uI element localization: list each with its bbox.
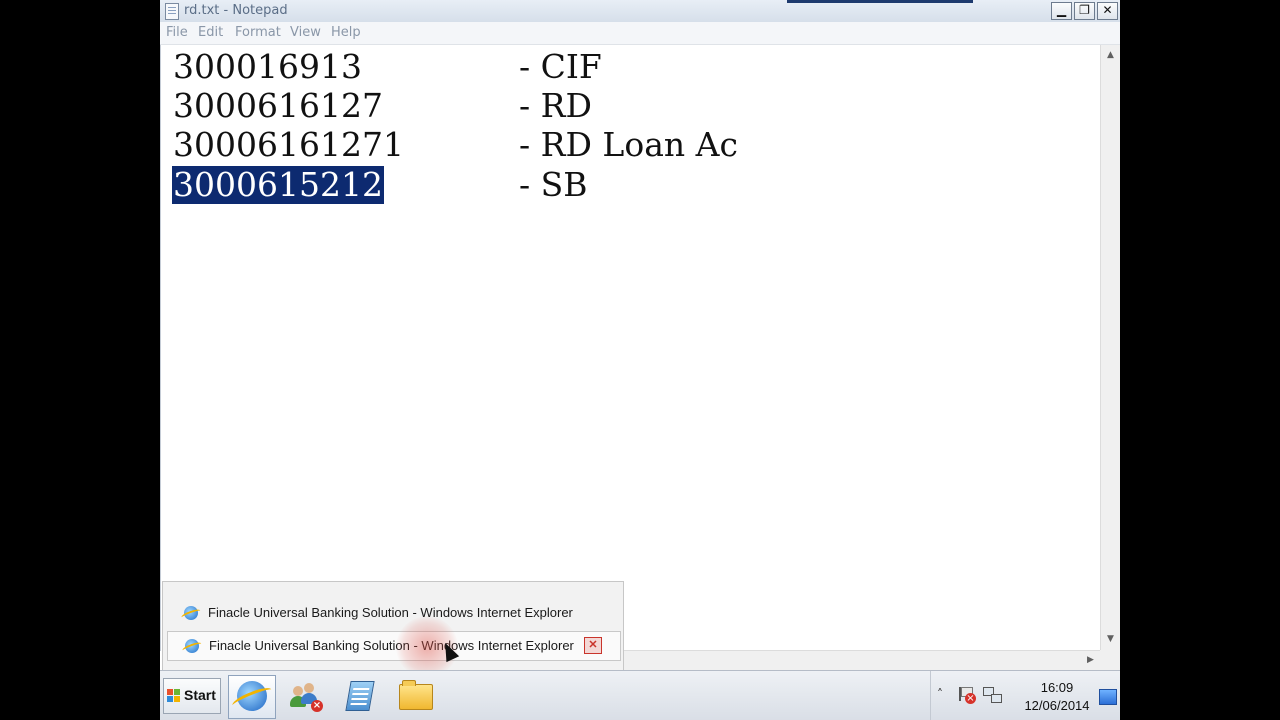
account-description: - CIF <box>519 47 602 86</box>
text-editor[interactable]: 300016913 - CIF 3000616127 - RD 30006161… <box>160 45 1101 651</box>
close-icon[interactable]: ✕ <box>584 637 602 654</box>
size-grip[interactable] <box>1100 650 1120 670</box>
jump-list-item-label: Finacle Universal Banking Solution - Win… <box>208 605 573 620</box>
account-description: - RD Loan Ac <box>519 125 738 164</box>
notepad-icon <box>345 681 375 711</box>
account-description: - RD <box>519 86 592 125</box>
show-hidden-icons-chevron-icon[interactable]: ˄ <box>937 687 943 701</box>
window-controls: ▁ ❐ ✕ <box>1051 2 1118 20</box>
window-title: rd.txt - Notepad <box>184 3 288 18</box>
network-icon[interactable] <box>983 687 1002 703</box>
scroll-right-icon[interactable]: ▶ <box>1083 653 1098 668</box>
close-button[interactable]: ✕ <box>1097 2 1118 20</box>
notepad-window: rd.txt - Notepad ▁ ❐ ✕ File Edit Format … <box>160 0 1120 720</box>
text-line: 3000616127 - RD <box>173 87 592 125</box>
internet-explorer-icon <box>185 639 199 653</box>
show-desktop-icon[interactable] <box>1099 689 1117 705</box>
menu-edit[interactable]: Edit <box>198 25 223 40</box>
start-button[interactable]: Start <box>163 678 221 714</box>
menu-view[interactable]: View <box>290 25 321 40</box>
maximize-button[interactable]: ❐ <box>1074 2 1095 20</box>
menu-format[interactable]: Format <box>235 25 281 40</box>
taskbar-jump-list: Finacle Universal Banking Solution - Win… <box>162 581 624 670</box>
taskbar: Start × ˄ 16:09 12/06/ <box>160 670 1120 720</box>
menu-help[interactable]: Help <box>331 25 361 40</box>
start-label: Start <box>184 687 216 703</box>
menu-bar: File Edit Format View Help <box>160 22 1120 45</box>
account-number: 3000616127 <box>173 86 383 125</box>
clock-date[interactable]: 12/06/2014 <box>1019 698 1095 713</box>
scroll-down-icon[interactable]: ▼ <box>1104 632 1117 647</box>
jump-list-item-label: Finacle Universal Banking Solution - Win… <box>209 638 574 653</box>
system-tray: ˄ 16:09 12/06/2014 <box>930 671 1120 720</box>
title-bar[interactable]: rd.txt - Notepad ▁ ❐ ✕ <box>160 0 1120 23</box>
notepad-app-icon[interactable] <box>165 3 179 20</box>
taskbar-notepad[interactable] <box>336 675 384 719</box>
horizontal-scrollbar[interactable]: ▶ <box>622 650 1100 670</box>
text-line: 30006161271 - RD Loan Ac <box>173 126 738 164</box>
selection-strip <box>787 0 973 3</box>
vertical-scrollbar[interactable]: ▲ ▼ <box>1100 45 1120 650</box>
jump-list-item[interactable]: Finacle Universal Banking Solution - Win… <box>167 599 619 627</box>
account-number: 30006161271 <box>173 125 404 164</box>
text-line: 3000615212 - SB <box>172 166 588 204</box>
account-description: - SB <box>519 165 588 204</box>
action-center-flag-icon[interactable] <box>959 687 976 704</box>
users-error-icon: × <box>290 682 323 712</box>
folder-icon <box>399 680 433 710</box>
internet-explorer-icon <box>184 606 198 620</box>
taskbar-users[interactable]: × <box>282 675 330 719</box>
jump-list-item[interactable]: Finacle Universal Banking Solution - Win… <box>167 631 621 661</box>
taskbar-internet-explorer[interactable] <box>228 675 276 719</box>
text-line: 300016913 - CIF <box>173 48 602 86</box>
menu-file[interactable]: File <box>166 25 188 40</box>
taskbar-explorer[interactable] <box>390 675 438 719</box>
clock-time[interactable]: 16:09 <box>1029 680 1085 695</box>
selected-account-number: 3000615212 <box>172 165 384 204</box>
scroll-up-icon[interactable]: ▲ <box>1104 48 1117 63</box>
internet-explorer-icon <box>237 681 267 711</box>
account-number: 300016913 <box>173 47 362 86</box>
minimize-button[interactable]: ▁ <box>1051 2 1072 20</box>
windows-flag-icon <box>167 689 181 703</box>
